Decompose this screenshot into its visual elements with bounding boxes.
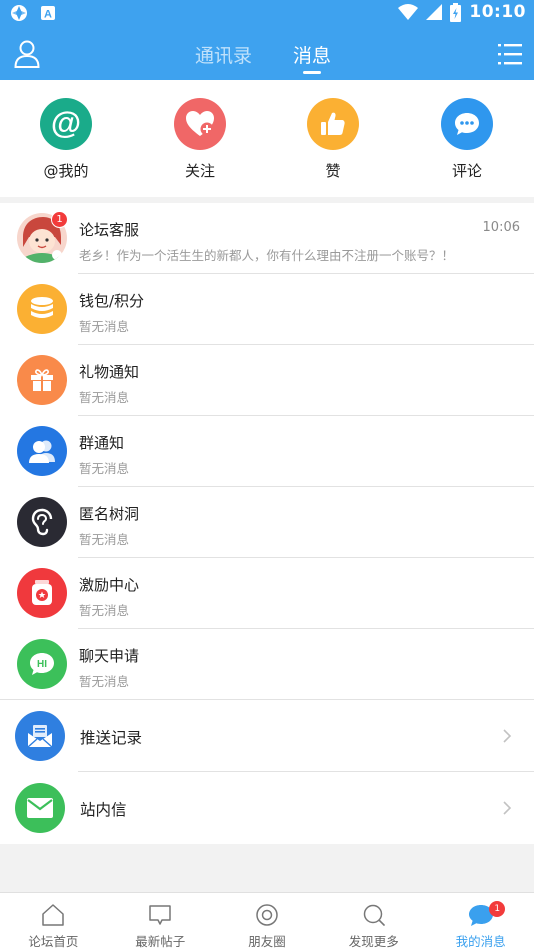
home-icon [42, 904, 65, 926]
message-title: 激励中心 [79, 576, 140, 594]
message-title: 钱包/积分 [79, 292, 145, 310]
message-preview: 老乡！作为一个活生生的新都人，你有什么理由不注册一个账号？！ [79, 248, 455, 263]
bottom-tab-bar: 论坛首页 最新帖子 朋友圈 发现更多 1 我的消息 [0, 892, 534, 950]
quick-actions: @ @我的 关注 赞 评论 [0, 80, 534, 197]
search-icon [363, 904, 385, 926]
quick-action-at-me[interactable]: @ @我的 [16, 98, 116, 181]
quick-action-label: 评论 [451, 162, 482, 180]
envelope-icon [15, 783, 65, 833]
user-icon[interactable] [14, 40, 40, 68]
svg-text:HI: HI [37, 659, 47, 670]
thumbs-up-icon [307, 98, 359, 150]
message-row-chat-request[interactable]: HI 聊天申请 暂无消息 [0, 629, 534, 700]
medal-icon [17, 568, 67, 618]
message-title: 聊天申请 [79, 647, 140, 665]
message-list: 1 论坛客服 10:06 老乡！作为一个活生生的新都人，你有什么理由不注册一个账… [0, 203, 534, 844]
message-preview: 暂无消息 [79, 390, 130, 405]
bottom-tab-label: 朋友圈 [248, 934, 286, 949]
message-preview: 暂无消息 [79, 532, 130, 547]
tab-contacts[interactable]: 通讯录 [195, 41, 252, 68]
signal-icon [426, 4, 443, 20]
quick-action-likes[interactable]: 赞 [283, 98, 383, 181]
active-tab-indicator [303, 71, 321, 74]
unread-badge: 1 [489, 901, 506, 917]
bottom-tab-home[interactable]: 论坛首页 [0, 893, 107, 950]
unread-badge: 1 [51, 211, 68, 228]
post-icon [149, 905, 171, 925]
bottom-tab-label: 发现更多 [348, 934, 399, 949]
list-menu-icon[interactable] [498, 42, 522, 66]
quick-action-label: 关注 [184, 162, 215, 180]
svg-text:A: A [44, 9, 52, 21]
message-row-customer-service[interactable]: 1 论坛客服 10:06 老乡！作为一个活生生的新都人，你有什么理由不注册一个账… [0, 203, 534, 274]
group-icon [17, 426, 67, 476]
quick-action-label: @我的 [43, 162, 89, 180]
message-title: 礼物通知 [79, 363, 140, 381]
message-preview: 暂无消息 [79, 674, 130, 689]
message-preview: 暂无消息 [79, 461, 130, 476]
push-mail-icon [15, 711, 65, 761]
link-row-push-records[interactable]: 推送记录 [0, 700, 534, 772]
heart-plus-icon [174, 98, 226, 150]
chat-dots-icon [441, 98, 493, 150]
tab-messages[interactable]: 消息 [293, 41, 331, 68]
bottom-tab-label: 论坛首页 [28, 934, 79, 949]
bottom-tab-latest-posts[interactable]: 最新帖子 [107, 893, 214, 950]
message-row-wallet[interactable]: 钱包/积分 暂无消息 [0, 274, 534, 345]
message-row-tree-hole[interactable]: 匿名树洞 暂无消息 [0, 487, 534, 558]
gift-icon [17, 355, 67, 405]
message-title: 论坛客服 [79, 221, 140, 239]
notification-a-icon: A [41, 6, 55, 21]
moments-icon [256, 904, 278, 926]
status-bar: A 10:10 [0, 0, 534, 28]
chevron-right-icon [503, 801, 512, 815]
bottom-tab-moments[interactable]: 朋友圈 [214, 893, 321, 950]
message-title: 匿名树洞 [79, 505, 140, 523]
bottom-tab-my-messages[interactable]: 1 我的消息 [427, 893, 534, 950]
message-preview: 暂无消息 [79, 319, 130, 334]
wifi-icon [398, 4, 419, 20]
chevron-right-icon [503, 729, 512, 743]
clock: 10:10 [469, 2, 526, 22]
link-row-inbox[interactable]: 站内信 [0, 772, 534, 844]
header: 通讯录 消息 [0, 28, 534, 80]
link-title: 推送记录 [80, 729, 143, 747]
message-row-gift[interactable]: 礼物通知 暂无消息 [0, 345, 534, 416]
battery-icon [450, 2, 462, 22]
link-title: 站内信 [80, 801, 127, 819]
bottom-tab-label: 我的消息 [455, 934, 506, 949]
at-icon: @ [40, 98, 92, 150]
quick-action-label: 赞 [325, 162, 341, 180]
quick-action-comments[interactable]: 评论 [417, 98, 517, 181]
bottom-tab-label: 最新帖子 [135, 934, 186, 949]
hi-chat-icon: HI [17, 639, 67, 689]
ear-icon [17, 497, 67, 547]
coins-icon [17, 284, 67, 334]
message-preview: 暂无消息 [79, 603, 130, 618]
message-time: 10:06 [482, 220, 520, 235]
message-row-incentive[interactable]: 激励中心 暂无消息 [0, 558, 534, 629]
quick-action-follow[interactable]: 关注 [150, 98, 250, 181]
app-icon [11, 5, 27, 21]
message-title: 群通知 [79, 434, 125, 452]
bottom-tab-discover[interactable]: 发现更多 [320, 893, 427, 950]
message-row-group[interactable]: 群通知 暂无消息 [0, 416, 534, 487]
